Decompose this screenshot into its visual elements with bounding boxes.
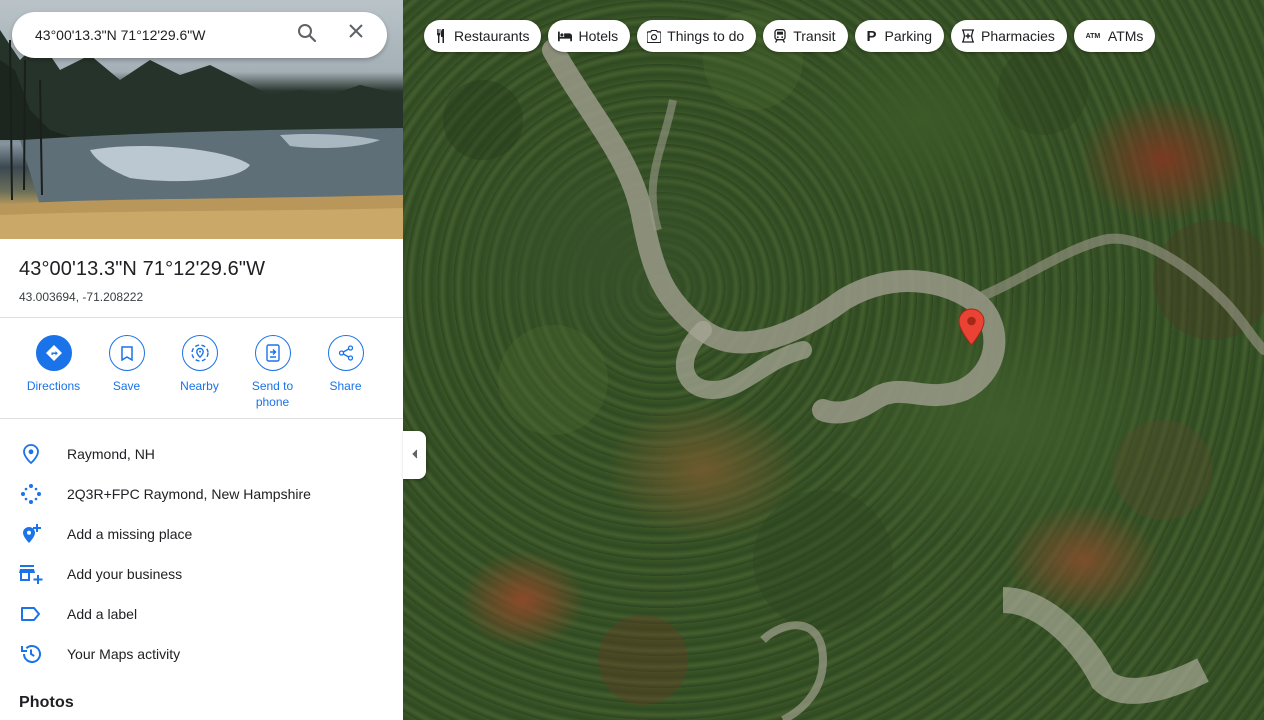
close-icon[interactable] bbox=[348, 23, 372, 47]
fork-knife-icon bbox=[434, 29, 448, 43]
info-row-text: Raymond, NH bbox=[67, 446, 155, 462]
info-row-add-missing-place[interactable]: Add a missing place bbox=[0, 514, 403, 554]
action-label: Share bbox=[329, 379, 362, 393]
atm-icon: ATM bbox=[1085, 32, 1101, 40]
chip-atms[interactable]: ATM ATMs bbox=[1073, 20, 1156, 52]
chip-label: Restaurants bbox=[454, 28, 530, 44]
chip-label: Transit bbox=[793, 28, 836, 44]
chip-label: Things to do bbox=[667, 28, 745, 44]
info-row-add-label[interactable]: Add a label bbox=[0, 594, 403, 634]
plus-code-icon bbox=[19, 482, 43, 506]
chevron-left-icon bbox=[411, 446, 419, 464]
info-row-text: Add a missing place bbox=[67, 526, 193, 542]
place-info-list: Raymond, NH 2Q3R+FPC Raymond, New Hampsh… bbox=[0, 419, 403, 674]
chip-restaurants[interactable]: Restaurants bbox=[424, 20, 542, 52]
history-icon bbox=[19, 642, 43, 666]
satellite-map[interactable]: Restaurants Hotels Things to do Transit bbox=[403, 0, 1264, 720]
chip-label: ATMs bbox=[1107, 28, 1144, 44]
chip-parking[interactable]: P Parking bbox=[854, 20, 944, 52]
info-row-address[interactable]: Raymond, NH bbox=[0, 434, 403, 474]
directions-icon bbox=[35, 335, 72, 371]
location-marker-icon[interactable] bbox=[958, 308, 985, 351]
map-terrain bbox=[443, 10, 1264, 720]
save-button[interactable]: Save bbox=[90, 335, 163, 418]
action-label: Nearby bbox=[180, 379, 219, 393]
bookmark-icon bbox=[108, 335, 145, 371]
location-pin-icon bbox=[19, 442, 43, 466]
info-row-maps-activity[interactable]: Your Maps activity bbox=[0, 634, 403, 674]
send-to-phone-icon bbox=[254, 335, 291, 371]
maps-app: Restaurants Hotels Things to do Transit bbox=[0, 0, 1264, 720]
camera-icon bbox=[647, 29, 662, 43]
place-title: 43°00'13.3"N 71°12'29.6"W bbox=[19, 258, 266, 280]
pharmacy-icon bbox=[961, 29, 975, 43]
action-buttons: Directions Save Nearby Send to phone Sha… bbox=[0, 318, 403, 419]
send-to-phone-button[interactable]: Send to phone bbox=[236, 335, 309, 418]
search-icon[interactable] bbox=[297, 23, 321, 47]
action-label: Send to phone bbox=[251, 379, 294, 409]
side-panel: 43°00'13.3"N 71°12'29.6"W 43.003694, -71… bbox=[0, 0, 403, 720]
add-place-icon bbox=[19, 522, 43, 546]
info-row-text: Your Maps activity bbox=[67, 646, 181, 662]
info-row-plus-code[interactable]: 2Q3R+FPC Raymond, New Hampshire bbox=[0, 474, 403, 514]
category-chips: Restaurants Hotels Things to do Transit bbox=[424, 20, 1156, 52]
info-row-text: Add your business bbox=[67, 566, 183, 582]
action-label: Save bbox=[112, 379, 141, 393]
action-label: Directions bbox=[26, 379, 81, 393]
chip-hotels[interactable]: Hotels bbox=[548, 20, 631, 52]
place-coordinates: 43.003694, -71.208222 bbox=[19, 290, 144, 304]
place-photo[interactable] bbox=[0, 0, 403, 239]
share-icon bbox=[327, 335, 364, 371]
share-button[interactable]: Share bbox=[309, 335, 382, 418]
train-icon bbox=[773, 29, 787, 43]
nearby-icon bbox=[181, 335, 218, 371]
search-input[interactable] bbox=[35, 27, 285, 43]
info-row-text: Add a label bbox=[67, 606, 138, 622]
chip-label: Pharmacies bbox=[980, 28, 1055, 44]
parking-icon: P bbox=[866, 27, 877, 45]
chip-things-to-do[interactable]: Things to do bbox=[637, 20, 757, 52]
photos-heading: Photos bbox=[19, 694, 74, 711]
chip-label: Parking bbox=[884, 28, 932, 44]
add-business-icon bbox=[19, 562, 43, 586]
label-icon bbox=[19, 602, 43, 626]
info-row-text: 2Q3R+FPC Raymond, New Hampshire bbox=[67, 486, 311, 502]
chip-label: Hotels bbox=[578, 28, 619, 44]
bed-icon bbox=[558, 29, 573, 43]
directions-button[interactable]: Directions bbox=[17, 335, 90, 418]
place-header: 43°00'13.3"N 71°12'29.6"W 43.003694, -71… bbox=[0, 239, 403, 318]
nearby-button[interactable]: Nearby bbox=[163, 335, 236, 418]
search-box bbox=[12, 12, 387, 58]
collapse-panel-button[interactable] bbox=[403, 431, 426, 479]
chip-pharmacies[interactable]: Pharmacies bbox=[950, 20, 1067, 52]
chip-transit[interactable]: Transit bbox=[763, 20, 848, 52]
info-row-add-business[interactable]: Add your business bbox=[0, 554, 403, 594]
